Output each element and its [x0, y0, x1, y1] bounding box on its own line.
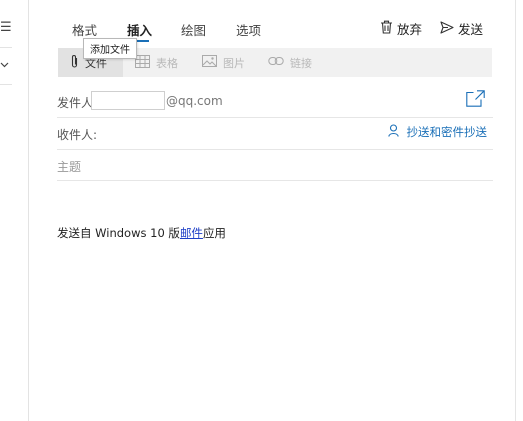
signature-suffix: 应用	[202, 226, 226, 240]
from-label: 发件人	[57, 96, 94, 110]
discard-label: 放弃	[397, 22, 423, 37]
divider	[57, 149, 493, 150]
send-button[interactable]: 发送	[440, 19, 483, 38]
tab-draw[interactable]: 绘图	[181, 20, 206, 39]
left-nav-strip: ☰	[0, 0, 29, 421]
divider	[57, 180, 493, 181]
list-icon[interactable]: ☰	[0, 20, 12, 35]
send-icon	[440, 20, 454, 37]
compose-area: 发件人 @qq.com 收件人: 抄送和密件抄送 主题 发送自 Windows …	[29, 84, 493, 421]
picture-label: 图片	[223, 56, 245, 70]
tab-format[interactable]: 格式	[72, 20, 97, 39]
send-label: 发送	[458, 22, 484, 37]
table-icon	[135, 54, 150, 71]
trash-icon	[380, 20, 393, 37]
tab-options[interactable]: 选项	[236, 20, 261, 39]
divider	[0, 47, 12, 48]
insert-link-button[interactable]: 链接	[268, 48, 312, 77]
cc-bcc-button[interactable]: 抄送和密件抄送	[387, 124, 488, 140]
message-body[interactable]: 发送自 Windows 10 版邮件应用	[57, 225, 226, 241]
divider	[57, 117, 493, 118]
mail-app-link[interactable]: 邮件	[180, 226, 203, 240]
popout-icon[interactable]	[466, 90, 485, 111]
subject-input[interactable]: 主题	[57, 158, 81, 175]
sender-domain: @qq.com	[166, 94, 223, 108]
link-label: 链接	[290, 56, 312, 70]
to-label: 收件人:	[57, 128, 98, 142]
discard-button[interactable]: 放弃	[380, 19, 422, 38]
window-edge	[515, 0, 523, 421]
person-icon	[387, 124, 399, 140]
sender-account-field[interactable]	[91, 91, 165, 110]
link-icon	[268, 56, 284, 69]
cc-label: 抄送和密件抄送	[406, 125, 488, 139]
tab-insert[interactable]: 插入	[127, 20, 152, 39]
table-label: 表格	[156, 56, 178, 70]
picture-icon	[202, 55, 217, 70]
tooltip-add-file: 添加文件	[83, 38, 137, 59]
paperclip-icon	[70, 54, 79, 72]
signature-prefix: 发送自 Windows 10 版	[57, 226, 180, 240]
divider	[0, 84, 12, 85]
insert-table-button[interactable]: 表格	[135, 48, 178, 77]
insert-picture-button[interactable]: 图片	[202, 48, 245, 77]
chevron-down-icon[interactable]	[0, 58, 9, 73]
